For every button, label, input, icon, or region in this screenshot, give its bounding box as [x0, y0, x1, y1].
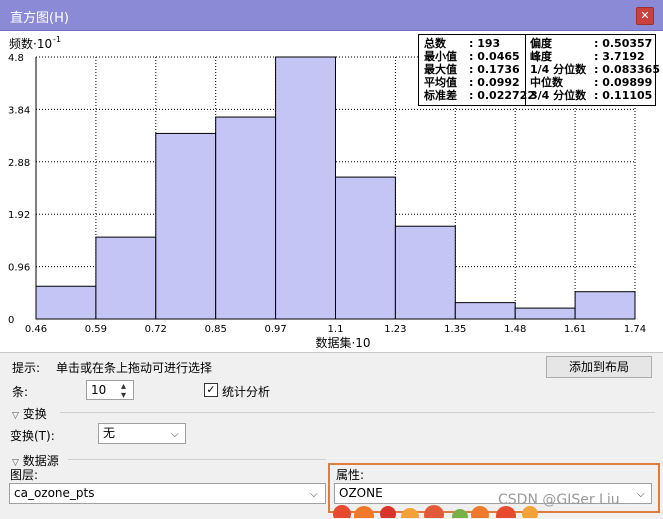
x-tick-label: 0.85 [205, 324, 227, 335]
transform-value: 无 [103, 426, 116, 440]
layer-label: 图层: [10, 468, 39, 482]
stat-label: 偏度 [530, 37, 552, 50]
stat-value: : 0.1736 [469, 63, 520, 76]
attribute-label: 属性: [336, 468, 365, 482]
x-tick-label: 1.23 [384, 324, 406, 335]
stat-row: 中位数 : 0.09899 [530, 76, 652, 89]
collapse-chevron-icon: ▽ [12, 411, 19, 421]
histogram-bar[interactable] [35, 285, 97, 320]
stat-value: : 0.083365 [594, 63, 660, 76]
x-tick-label: 1.48 [504, 324, 526, 335]
chevron-down-icon: ⌵ [310, 489, 318, 500]
histogram-bar[interactable] [215, 116, 277, 320]
histogram-bar[interactable] [275, 56, 337, 320]
histogram-bar[interactable] [574, 291, 636, 320]
x-tick-label: 0.97 [264, 324, 286, 335]
layer-value: ca_ozone_pts [14, 486, 95, 500]
stat-value: : 0.0465 [469, 50, 520, 63]
histogram-bar[interactable] [95, 236, 157, 320]
close-button[interactable]: ✕ [636, 7, 654, 25]
stat-row: 平均值 : 0.0992 [424, 76, 520, 89]
chevron-down-icon: ⌵ [637, 489, 645, 500]
y-tick-label: 2.88 [8, 158, 30, 169]
hint-label: 提示: [12, 361, 41, 375]
add-to-layout-button[interactable]: 添加到布局 [546, 356, 652, 378]
stats-analysis-checkbox[interactable]: ✓ [204, 383, 218, 397]
y-tick-label: 3.84 [8, 105, 30, 116]
stat-value: : 0.11105 [594, 89, 653, 102]
transform-label: 变换(T): [10, 429, 55, 443]
attribute-value: OZONE [339, 486, 383, 500]
stat-row: 最大值 : 0.1736 [424, 63, 520, 76]
statistics-box: 总数 : 193 最小值 : 0.0465 最大值 : 0.1736 平均值 : 0.0… [418, 34, 660, 106]
y-axis-label: 频数·10 [9, 36, 52, 51]
histogram-chart[interactable]: 0 0.96 1.92 2.88 3.84 4.8 0.46 0.59 0.72 0.85 0.97… [0, 31, 663, 352]
stats-right-column: 偏度 : 0.50357 峰度 : 3.7192 1/4 分位数 : 0.083365… [530, 37, 660, 102]
watermark-text: CSDN @GISer Liu [498, 492, 620, 508]
stat-value: : 0.09899 [594, 76, 653, 89]
stat-row: 3/4 分位数 : 0.11105 [530, 89, 652, 102]
y-tick-label: 4.8 [8, 53, 24, 64]
section-divider [68, 459, 326, 460]
bins-stepper[interactable]: 10 ▴ ▾ [86, 380, 134, 401]
x-tick-label: 0.72 [145, 324, 167, 335]
stat-value: : 0.50357 [594, 37, 653, 50]
y-tick-label: 1.92 [8, 210, 30, 221]
stat-value: : 0.0992 [469, 76, 520, 89]
x-tick-label: 0.46 [25, 324, 47, 335]
histogram-bar[interactable] [514, 307, 576, 320]
title-bar: 直方图(H) ✕ [0, 0, 663, 31]
stat-label: 平均值 [424, 76, 457, 89]
stats-analysis-label: 统计分析 [222, 385, 271, 399]
stat-row: 标准差 : 0.022722 [424, 89, 535, 102]
stat-row: 1/4 分位数 : 0.083365 [530, 63, 660, 76]
chevron-down-icon: ⌵ [171, 429, 179, 440]
x-tick-label: 1.35 [444, 324, 466, 335]
histogram-bar[interactable] [454, 302, 516, 320]
y-axis-exponent: -1 [53, 35, 61, 44]
y-tick-label: 0.96 [8, 263, 30, 274]
bins-label: 条: [12, 385, 29, 399]
stepper-down-icon[interactable]: ▾ [121, 387, 126, 405]
stat-row: 峰度 : 3.7192 [530, 50, 645, 63]
stat-value: : 0.022722 [469, 89, 535, 102]
histogram-bar[interactable] [335, 176, 396, 320]
bins-value: 10 [91, 383, 107, 397]
x-tick-label: 1.1 [328, 324, 344, 335]
x-tick-label: 1.74 [624, 324, 646, 335]
stat-label: 标准差 [424, 89, 457, 102]
transform-section-header[interactable]: ▽ 变换 [12, 405, 47, 422]
stat-value: : 193 [469, 37, 501, 50]
hint-text: 单击或在条上拖动可进行选择 [56, 361, 213, 375]
window-title: 直方图(H) [10, 11, 69, 26]
stat-row: 偏度 : 0.50357 [530, 37, 652, 50]
stat-label: 中位数 [530, 76, 563, 89]
x-tick-label: 0.59 [85, 324, 107, 335]
histogram-bar[interactable] [155, 132, 217, 320]
stat-label: 1/4 分位数 [530, 63, 587, 76]
transform-select[interactable]: 无 ⌵ [98, 423, 186, 444]
transform-section-title: 变换 [22, 407, 47, 421]
stat-label: 3/4 分位数 [530, 89, 587, 102]
stat-value: : 3.7192 [594, 50, 645, 63]
stat-label: 最大值 [424, 63, 457, 76]
section-divider [60, 412, 655, 413]
histogram-bar[interactable] [394, 225, 456, 320]
stat-row: 最小值 : 0.0465 [424, 50, 520, 63]
x-tick-label: 1.61 [564, 324, 586, 335]
x-axis-label: 数据集·10 [315, 335, 370, 350]
y-tick-label: 0 [8, 315, 14, 326]
stats-left-column: 总数 : 193 最小值 : 0.0465 最大值 : 0.1736 平均值 : 0.0… [424, 37, 535, 102]
stat-label: 峰度 [530, 50, 552, 63]
stat-label: 总数 [424, 37, 446, 50]
stat-row: 总数 : 193 [424, 37, 500, 50]
stat-label: 最小值 [424, 50, 457, 63]
layer-select[interactable]: ca_ozone_pts ⌵ [9, 483, 326, 504]
